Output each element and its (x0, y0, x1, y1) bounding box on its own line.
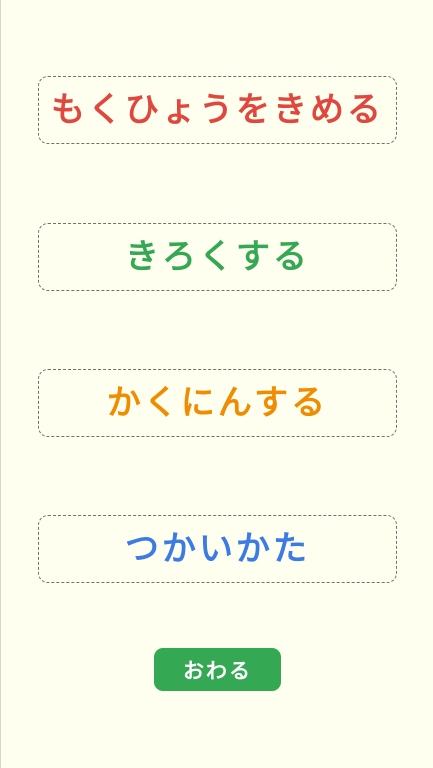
screen-edge (0, 0, 1, 768)
how-to-use-button[interactable]: つかいかた (38, 515, 397, 583)
end-button-label: おわる (183, 658, 252, 683)
set-goal-button[interactable]: もくひょうをきめる (38, 76, 397, 144)
record-label: きろくする (125, 237, 310, 277)
end-button[interactable]: おわる (154, 648, 281, 691)
how-to-use-label: つかいかた (125, 529, 310, 569)
check-label: かくにんする (106, 383, 329, 423)
record-button[interactable]: きろくする (38, 223, 397, 291)
set-goal-label: もくひょうをきめる (51, 90, 384, 130)
check-button[interactable]: かくにんする (38, 369, 397, 437)
